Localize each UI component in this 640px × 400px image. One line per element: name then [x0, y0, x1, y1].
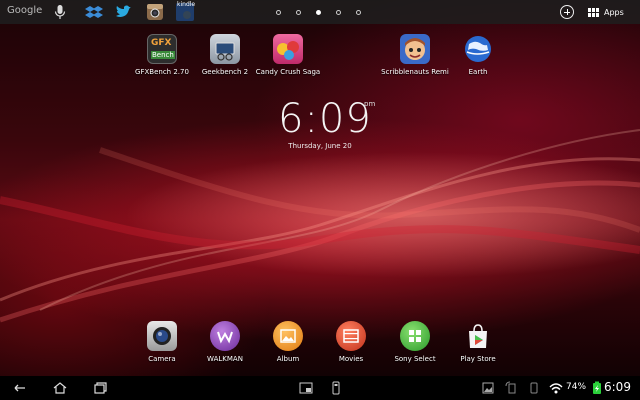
home-icon[interactable]	[52, 380, 68, 396]
device-icon	[526, 380, 542, 396]
app-label: WALKMAN	[207, 355, 243, 363]
app-label: Candy Crush Saga	[255, 68, 321, 76]
candy-crush-icon	[273, 34, 303, 64]
app-label: Sony Select	[394, 355, 436, 363]
status-clock: 6:09	[604, 380, 631, 394]
wifi-icon	[548, 380, 564, 396]
app-label: Movies	[338, 355, 364, 363]
dock-play-store[interactable]: Play Store	[443, 321, 513, 363]
dock-album[interactable]: Album	[253, 321, 323, 363]
scribblenauts-icon	[400, 34, 430, 64]
apps-label: Apps	[604, 7, 624, 17]
add-widget-icon[interactable]	[560, 5, 574, 19]
screenshot-notification-icon[interactable]	[480, 380, 496, 396]
walkman-icon	[210, 321, 240, 351]
home-screen: Google kindle Apps GFX Bench GFXBench 2.…	[0, 0, 640, 400]
battery-percent: 74%	[566, 382, 587, 392]
app-label: GFXBench 2.70	[135, 68, 189, 76]
geekbench-icon	[210, 34, 240, 64]
app-label: Scribblenauts Remi	[381, 68, 449, 76]
gfxbench-icon: GFX Bench	[147, 34, 177, 64]
sony-select-icon	[400, 321, 430, 351]
app-label: Camera	[148, 355, 176, 363]
instagram-icon[interactable]	[145, 2, 165, 22]
clock-time: 6:09	[278, 96, 372, 142]
page-dot-3-active[interactable]	[316, 10, 321, 15]
app-geekbench[interactable]: Geekbench 2	[190, 34, 260, 76]
google-search-label[interactable]: Google	[7, 5, 42, 16]
apps-grid-icon	[588, 7, 600, 17]
dock-walkman[interactable]: WALKMAN	[190, 321, 260, 363]
apps-button[interactable]: Apps	[588, 6, 624, 18]
kindle-label: kindle	[177, 1, 196, 8]
app-label: Geekbench 2	[201, 68, 249, 76]
back-icon[interactable]	[12, 380, 28, 396]
clock-date: Thursday, June 20	[288, 142, 352, 150]
app-candy-crush[interactable]: Candy Crush Saga	[253, 34, 323, 76]
page-dot-1[interactable]	[276, 10, 281, 15]
album-icon	[273, 321, 303, 351]
camera-icon	[147, 321, 177, 351]
dock-movies[interactable]: Movies	[316, 321, 386, 363]
dock-sony-select[interactable]: Sony Select	[380, 321, 450, 363]
page-dot-2[interactable]	[296, 10, 301, 15]
app-earth[interactable]: Earth	[443, 34, 513, 76]
app-scribblenauts[interactable]: Scribblenauts Remi	[380, 34, 450, 76]
movies-icon	[336, 321, 366, 351]
small-app-window-icon[interactable]	[298, 380, 314, 396]
kindle-icon[interactable]: kindle	[175, 1, 196, 22]
recent-apps-icon[interactable]	[92, 380, 108, 396]
screen-rotation-icon	[504, 380, 520, 396]
clock-ampm: pm	[364, 100, 376, 108]
battery-charging-icon	[589, 380, 605, 396]
dropbox-icon[interactable]	[84, 2, 104, 22]
gfxbench-badge-2: Bench	[151, 51, 175, 59]
twitter-icon[interactable]	[114, 2, 134, 22]
dock-camera[interactable]: Camera	[127, 321, 197, 363]
page-dot-4[interactable]	[336, 10, 341, 15]
navigation-bar: 74% 6:09	[0, 376, 640, 400]
app-label: Play Store	[460, 355, 496, 363]
app-label: Earth	[468, 68, 488, 76]
play-store-icon	[463, 321, 493, 351]
page-dot-5[interactable]	[356, 10, 361, 15]
voice-search-icon[interactable]	[50, 2, 70, 22]
app-gfxbench[interactable]: GFX Bench GFXBench 2.70	[127, 34, 197, 76]
remote-control-icon[interactable]	[328, 380, 344, 396]
top-bar: Google kindle Apps	[0, 0, 640, 24]
google-earth-icon	[463, 34, 493, 64]
gfxbench-badge: GFX	[151, 38, 172, 48]
app-label: Album	[276, 355, 300, 363]
